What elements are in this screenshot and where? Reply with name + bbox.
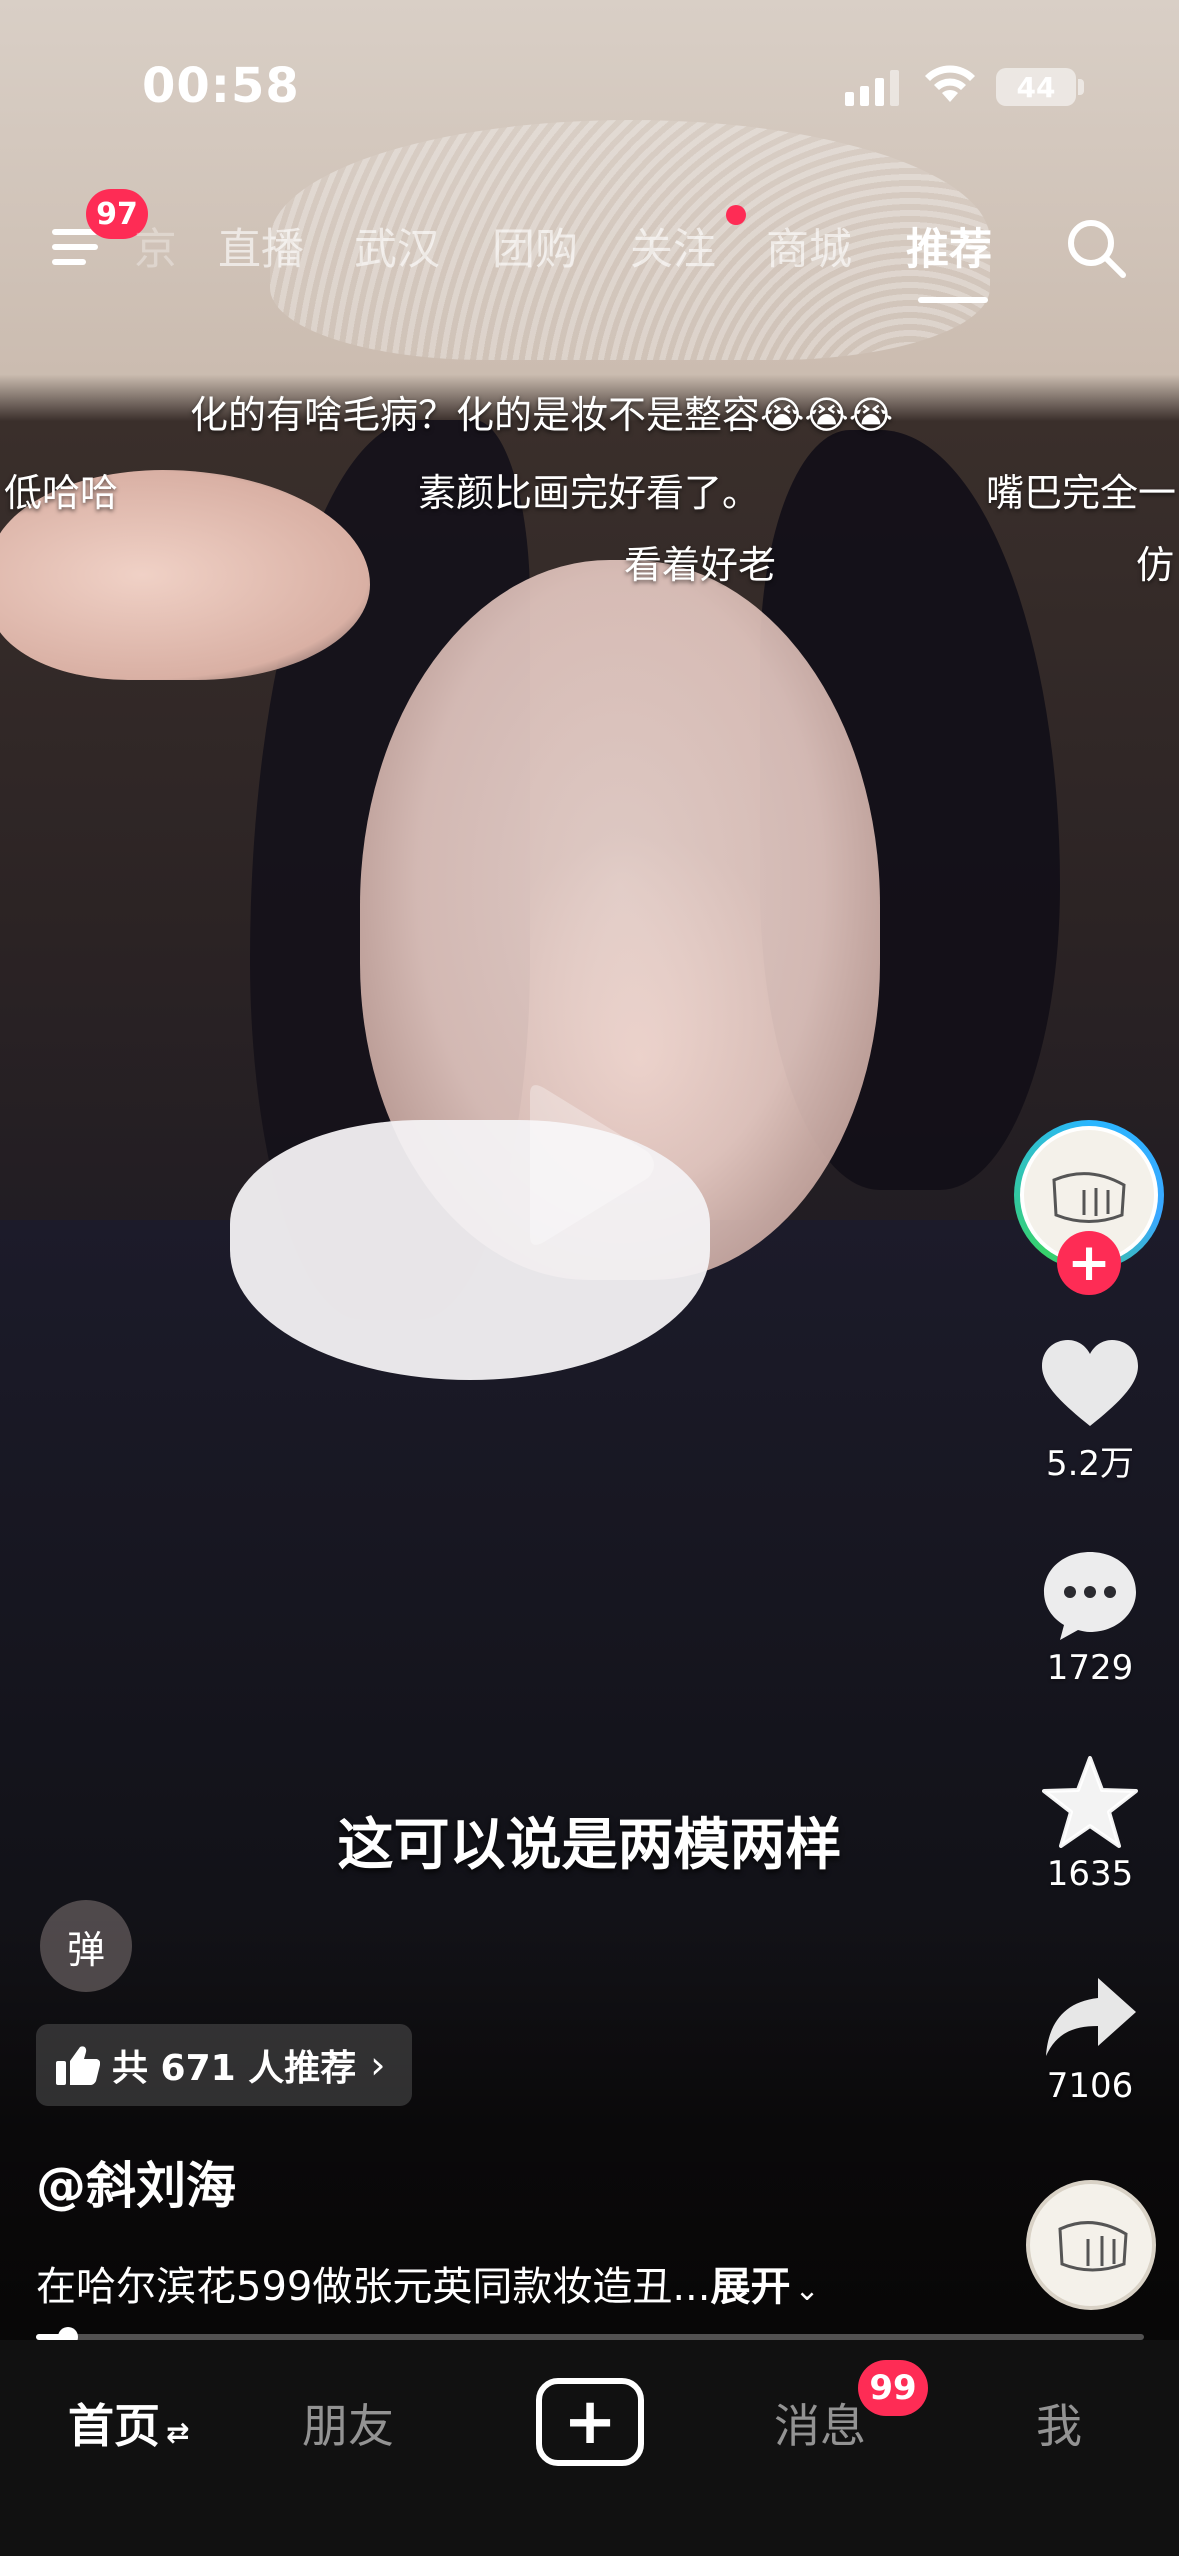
swap-icon: ⇄ [166, 2416, 190, 2449]
heart-icon [1042, 1340, 1138, 1426]
tab-recommend[interactable]: 推荐 [906, 215, 992, 277]
chevron-down-icon: ⌄ [794, 2273, 820, 2308]
danmaku-comment: 化的有啥毛病？化的是妆不是整容😭😭😭 [190, 393, 894, 437]
danmaku-comment: 嘴巴完全一 [986, 471, 1177, 515]
chevron-right-icon: › [370, 2043, 386, 2087]
favorite-button[interactable]: 1635 [1030, 1756, 1150, 1894]
music-disc-avatar[interactable] [1026, 2180, 1156, 2310]
status-bar: 00:58 44 [0, 0, 1179, 150]
video-subtitle: 这可以说是两模两样 [337, 1813, 842, 1878]
tab-live[interactable]: 直播 [218, 215, 304, 277]
bottom-tab-bar: 首页 ⇄ 朋友 + 消息 99 我 [0, 2340, 1179, 2556]
description-text: 在哈尔滨花599做张元英同款妆造丑... [36, 2264, 711, 2310]
star-icon [1042, 1756, 1138, 1848]
tab-city[interactable]: 武汉 [354, 215, 440, 277]
comment-icon [1044, 1552, 1136, 1640]
following-dot [726, 205, 746, 225]
play-icon[interactable] [510, 1080, 660, 1250]
author-name[interactable]: @斜刘海 [36, 2146, 236, 2218]
tab-home[interactable]: 首页 ⇄ [68, 2390, 189, 2456]
tab-group-buy[interactable]: 团购 [492, 215, 578, 277]
danmaku-comment: 仿 [1136, 543, 1175, 587]
thumbs-up-icon [56, 2046, 100, 2085]
wifi-icon [925, 65, 975, 102]
tab-following[interactable]: 关注 [630, 215, 716, 277]
status-time: 00:58 [142, 58, 300, 114]
tab-partial[interactable]: 京 [134, 215, 174, 277]
avatar-illustration [1052, 1172, 1126, 1223]
comment-button[interactable]: 1729 [1030, 1550, 1150, 1688]
favorite-count: 1635 [1046, 1854, 1134, 1894]
share-count: 7106 [1046, 2066, 1134, 2106]
like-count: 5.2万 [1045, 1444, 1135, 1484]
cellular-signal-icon [845, 70, 899, 106]
tab-friends[interactable]: 朋友 [302, 2390, 394, 2456]
tab-mall[interactable]: 商城 [766, 215, 852, 277]
video-description: 在哈尔滨花599做张元英同款妆造丑...展开 ⌄ [36, 2254, 820, 2312]
recommend-chip[interactable]: 共 671 人推荐 › [36, 2024, 412, 2106]
music-disc-illustration [1058, 2221, 1128, 2272]
danmaku-comment: 低哈哈 [4, 471, 119, 515]
danmaku-comment: 看着好老 [624, 543, 777, 587]
follow-plus-button[interactable]: + [1057, 1231, 1121, 1295]
active-tab-indicator [918, 297, 988, 303]
recommend-text: 共 671 人推荐 [112, 2048, 357, 2089]
battery-icon: 44 [996, 68, 1076, 106]
danmaku-toggle-button[interactable]: 弹 [40, 1900, 132, 1992]
like-button[interactable]: 5.2万 [1030, 1340, 1150, 1485]
tab-home-label: 首页 [68, 2399, 160, 2453]
search-icon[interactable] [1063, 215, 1129, 281]
create-plus-button[interactable]: + [536, 2378, 644, 2466]
expand-link[interactable]: 展开 [711, 2264, 791, 2310]
tab-me[interactable]: 我 [1036, 2390, 1082, 2456]
share-button[interactable]: 7106 [1030, 1976, 1150, 2106]
messages-badge: 99 [858, 2360, 928, 2416]
top-nav: 97 京 直播 武汉 团购 关注 商城 推荐 [0, 189, 1179, 315]
comment-count: 1729 [1046, 1648, 1134, 1688]
danmaku-comment: 素颜比画完好看了。 [418, 471, 761, 515]
share-icon [1046, 1978, 1136, 2056]
tab-messages[interactable]: 消息 [774, 2390, 866, 2456]
battery-tip [1078, 79, 1084, 95]
